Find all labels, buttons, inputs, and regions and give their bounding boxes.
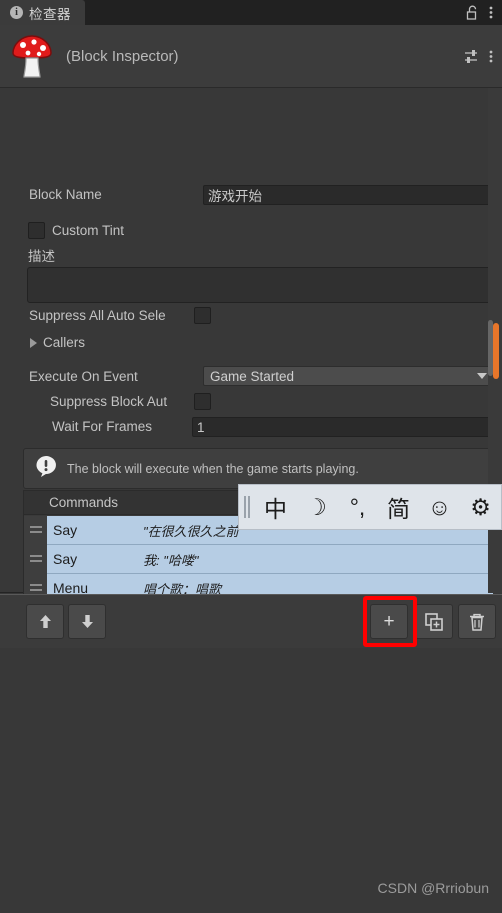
wait-for-frames-label-row: Wait For Frames [52, 419, 152, 434]
command-type: Say [53, 522, 78, 538]
info-circle-icon: i [10, 6, 23, 19]
tab-inspector-label: 检查器 [29, 6, 71, 22]
drag-handle-icon[interactable] [30, 584, 42, 592]
watermark: CSDN @Rrriobun [377, 880, 489, 896]
ime-chinese-mode[interactable]: 中 [255, 490, 296, 524]
padlock-unlocked-icon[interactable] [466, 5, 479, 20]
execute-on-event-dropdown[interactable]: Game Started [203, 366, 494, 386]
execute-on-event-value: Game Started [210, 368, 295, 384]
tab-inspector[interactable]: i 检查器 [0, 0, 85, 25]
description-textarea[interactable] [27, 267, 493, 303]
wait-for-frames-input[interactable]: 1 [192, 417, 494, 437]
suppress-block-auto-label: Suppress Block Aut [50, 394, 168, 409]
trash-icon [470, 613, 484, 631]
tab-bar-actions [466, 0, 502, 25]
suppress-block-auto-label-row: Suppress Block Aut [50, 394, 167, 409]
custom-tint-label: Custom Tint [52, 223, 125, 238]
kebab-menu-icon[interactable] [489, 49, 493, 64]
object-header: (Block Inspector) [0, 25, 502, 88]
move-up-button[interactable] [26, 604, 64, 639]
command-summary: "在很久很久之前" [143, 523, 244, 539]
help-box-text: The block will execute when the game sta… [67, 461, 359, 476]
mushroom-icon [9, 32, 55, 80]
custom-tint-checkbox[interactable] [28, 222, 45, 239]
ime-punctuation-mode[interactable]: °, [337, 494, 378, 521]
suppress-all-auto-label: Suppress All Auto Sele [29, 308, 166, 323]
drag-handle-icon[interactable] [30, 526, 42, 534]
wait-for-frames-value: 1 [197, 419, 205, 435]
sliders-icon[interactable] [464, 49, 479, 64]
execute-on-event-label-row: Execute On Event [29, 369, 138, 384]
block-name-value: 游戏开始 [208, 189, 262, 204]
ime-moon-mode[interactable]: ☽ [296, 494, 337, 521]
execute-on-event-label: Execute On Event [29, 369, 138, 384]
move-down-button[interactable] [68, 604, 106, 639]
callers-foldout[interactable]: Callers [30, 335, 85, 350]
custom-tint-label-row: Custom Tint [52, 223, 124, 238]
add-button-highlight [363, 596, 417, 647]
suppress-all-auto-checkbox[interactable] [194, 307, 211, 324]
ime-simplified-mode[interactable]: 简 [378, 490, 419, 524]
tab-bar: i 检查器 [0, 0, 502, 25]
duplicate-command-button[interactable] [415, 604, 453, 639]
speech-bubble-exclamation-icon [34, 454, 58, 483]
vertical-scrollbar-thumb[interactable] [493, 323, 499, 379]
chevron-down-icon [477, 373, 487, 379]
ime-settings[interactable]: ⚙ [460, 494, 501, 521]
description-label: 描述 [28, 249, 55, 264]
ime-drag-handle-icon[interactable] [239, 496, 255, 518]
callers-label: Callers [43, 335, 86, 350]
duplicate-icon [425, 612, 443, 631]
command-toolbar: + [0, 594, 502, 648]
table-row[interactable]: Say 我: "哈喽" [30, 545, 493, 574]
suppress-block-auto-checkbox[interactable] [194, 393, 211, 410]
command-type: Say [53, 551, 78, 567]
help-box: The block will execute when the game sta… [23, 448, 493, 489]
chevron-right-icon [30, 337, 37, 348]
suppress-all-auto-label-row: Suppress All Auto Sele [29, 308, 166, 323]
block-name-label-row: Block Name [29, 187, 102, 202]
delete-command-button[interactable] [458, 604, 496, 639]
empty-area: CSDN @Rrriobun [0, 648, 502, 913]
kebab-menu-icon[interactable] [489, 5, 493, 20]
block-name-input[interactable]: 游戏开始 [203, 185, 494, 205]
object-header-actions [464, 49, 502, 64]
command-summary: 我: "哈喽" [143, 552, 199, 568]
ime-emoji[interactable]: ☺ [419, 494, 460, 521]
description-label-row: 描述 [28, 245, 55, 265]
drag-handle-icon[interactable] [30, 555, 42, 563]
wait-for-frames-label: Wait For Frames [52, 419, 153, 434]
ime-toolbar[interactable]: 中 ☽ °, 简 ☺ ⚙ [238, 484, 502, 530]
object-title: (Block Inspector) [66, 47, 179, 65]
block-name-label: Block Name [29, 187, 102, 202]
